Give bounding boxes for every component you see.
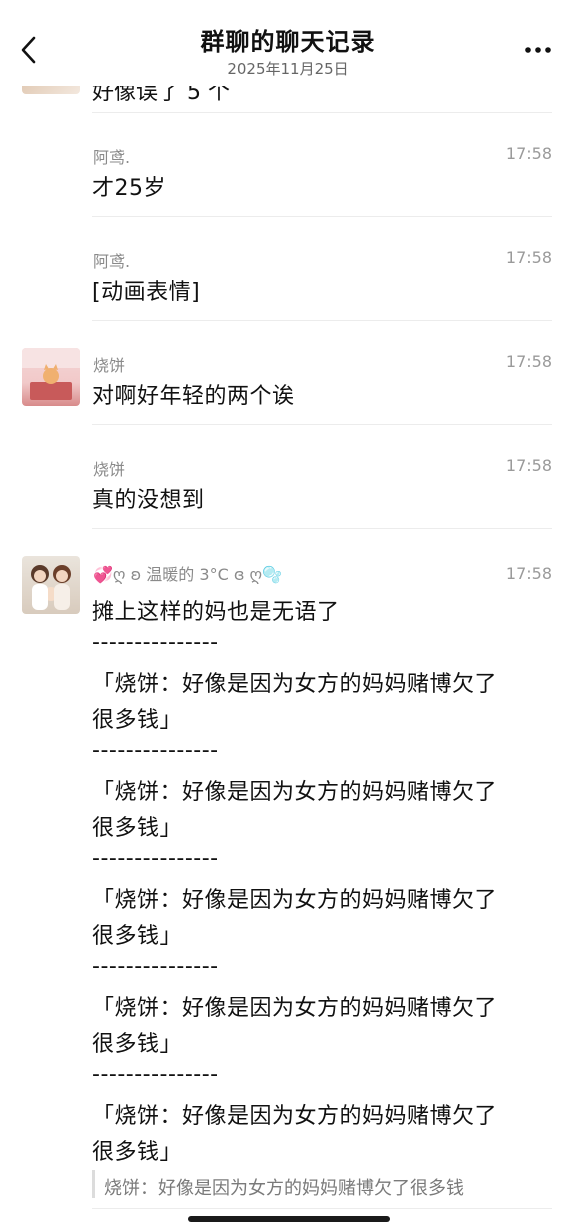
message-time: 17:58 — [505, 352, 552, 371]
message-text: 真的没想到 — [92, 488, 205, 513]
divider — [92, 216, 552, 217]
cat-reading-avatar-icon — [22, 348, 80, 400]
family-photo-avatar-icon — [31, 565, 71, 610]
sender-name: 烧饼 — [93, 460, 126, 479]
separator-line: --------------- — [92, 738, 219, 763]
reply-quote[interactable]: 烧饼：好像是因为女方的妈妈赌博欠了很多钱 — [104, 1174, 464, 1200]
chat-history-screen: 群聊的聊天记录 2025年11月25日 好像误了 5 个 阿鸢. 17:58 才… — [0, 0, 576, 1231]
quoted-line: 「烧饼：好像是因为女方的妈妈赌博欠了 — [92, 888, 498, 913]
message-text: 才25岁 — [92, 176, 166, 201]
quoted-line: 「烧饼：好像是因为女方的妈妈赌博欠了 — [92, 996, 498, 1021]
sender-name: 💞ღ ʚ 温暖的 3°C ɞ ღ🫧 — [93, 565, 283, 584]
quoted-line: 「烧饼：好像是因为女方的妈妈赌博欠了 — [92, 1104, 498, 1129]
header: 群聊的聊天记录 2025年11月25日 — [0, 0, 576, 86]
separator-line: --------------- — [92, 846, 219, 871]
quoted-line: 很多钱」 — [92, 816, 183, 841]
separator-line: --------------- — [92, 954, 219, 979]
quoted-line: 「烧饼：好像是因为女方的妈妈赌博欠了 — [92, 672, 498, 697]
divider — [92, 528, 552, 529]
avatar[interactable] — [22, 556, 80, 614]
message-time: 17:58 — [505, 564, 552, 583]
chat-list[interactable]: 好像误了 5 个 阿鸢. 17:58 才25岁 阿鸢. 17:58 [动画表情] — [0, 86, 576, 1231]
message-text: 摊上这样的妈也是无语了 — [92, 600, 340, 625]
avatar[interactable] — [22, 86, 80, 94]
divider — [92, 424, 552, 425]
divider — [92, 1208, 552, 1209]
divider — [92, 320, 552, 321]
message-text: 对啊好年轻的两个诶 — [92, 384, 295, 409]
sender-name: 阿鸢. — [93, 148, 131, 167]
more-dots-icon — [525, 47, 551, 53]
message-time: 17:58 — [505, 456, 552, 475]
page-date: 2025年11月25日 — [227, 60, 349, 78]
message-time: 17:58 — [505, 144, 552, 163]
separator-line: --------------- — [92, 1062, 219, 1087]
message-text: [动画表情] — [92, 280, 201, 305]
quoted-line: 很多钱」 — [92, 1140, 183, 1165]
avatar[interactable] — [22, 348, 80, 406]
divider — [92, 112, 552, 113]
page-title: 群聊的聊天记录 — [200, 28, 376, 56]
quote-bar — [92, 1170, 95, 1198]
sender-name: 阿鸢. — [93, 252, 131, 271]
quoted-line: 「烧饼：好像是因为女方的妈妈赌博欠了 — [92, 780, 498, 805]
quoted-line: 很多钱」 — [92, 924, 183, 949]
quoted-line: 很多钱」 — [92, 1032, 183, 1057]
message-time: 17:58 — [505, 248, 552, 267]
home-indicator — [188, 1216, 390, 1222]
message-text: 好像误了 5 个 — [92, 86, 230, 105]
quoted-line: 很多钱」 — [92, 708, 183, 733]
separator-line: --------------- — [92, 630, 219, 655]
sender-name: 烧饼 — [93, 356, 126, 375]
more-button[interactable] — [524, 36, 552, 64]
